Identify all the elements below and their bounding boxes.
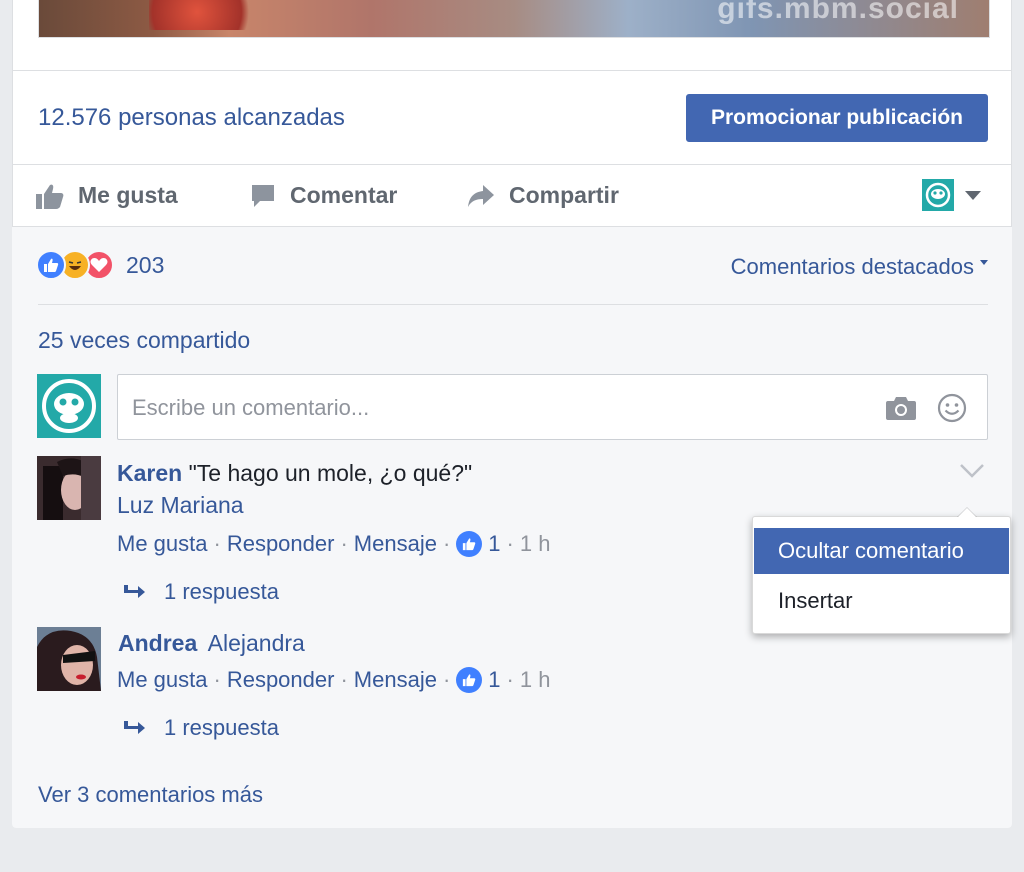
comment-label: Comentar	[290, 182, 398, 208]
replies-count: 1 respuesta	[164, 715, 279, 740]
reply-arrow-icon	[124, 721, 145, 734]
post-photo[interactable]: gifs.mbm.social	[38, 0, 990, 38]
caret-down-icon	[965, 191, 981, 200]
comment-time[interactable]: 1 h	[520, 531, 551, 557]
menu-item-embed[interactable]: Insertar	[754, 578, 1009, 624]
emoji-icon[interactable]	[937, 393, 967, 423]
like-badge-icon	[456, 531, 483, 557]
comment-icon	[252, 184, 274, 207]
reaction-count: 203	[126, 251, 165, 278]
comment-time[interactable]: 1 h	[520, 667, 551, 693]
divider	[38, 304, 988, 305]
comment-reply-link[interactable]: Responder	[227, 531, 335, 557]
comment-text: "Te hago un mole, ¿o qué?"	[188, 460, 473, 486]
replies-count: 1 respuesta	[164, 579, 279, 604]
comment-actions: Me gusta · Responder · Mensaje · 1 · 1 h	[117, 667, 551, 693]
featured-comments-dropdown[interactable]: Comentarios destacados	[731, 254, 988, 280]
comment-author[interactable]: Andrea	[118, 630, 197, 656]
page-selector[interactable]	[922, 179, 982, 211]
comment-body: Andrea Alejandra	[118, 630, 305, 657]
comment-like-link[interactable]: Me gusta	[117, 667, 208, 693]
shares-count[interactable]: 25 veces compartido	[38, 327, 250, 354]
reactions-summary[interactable]: 203	[36, 250, 164, 280]
triangle-down-icon	[980, 260, 988, 265]
view-replies[interactable]: 1 respuesta	[122, 579, 279, 605]
comment-body: Karen "Te hago un mole, ¿o qué?"	[117, 460, 472, 487]
page-avatar[interactable]	[37, 374, 101, 438]
share-label: Compartir	[509, 182, 619, 208]
comment-input[interactable]	[130, 375, 854, 441]
comment-message-link[interactable]: Mensaje	[354, 531, 437, 557]
view-more-comments[interactable]: Ver 3 comentarios más	[38, 782, 263, 808]
comment-like-link[interactable]: Me gusta	[117, 531, 208, 557]
comment-author[interactable]: Karen	[117, 460, 182, 486]
comment-mention[interactable]: Alejandra	[208, 630, 305, 656]
comment-options-menu: Ocultar comentario Insertar	[752, 507, 1011, 634]
photo-detail	[149, 0, 269, 30]
menu-item-hide-comment[interactable]: Ocultar comentario	[754, 528, 1009, 574]
comment-like-count[interactable]: 1	[488, 531, 500, 557]
comment-message-link[interactable]: Mensaje	[354, 667, 437, 693]
photo-watermark: gifs.mbm.social	[717, 0, 959, 25]
comment-composer[interactable]	[117, 374, 988, 441]
featured-label: Comentarios destacados	[730, 254, 974, 279]
post-actions-bar: Me gusta Comentar Compartir	[12, 165, 1012, 226]
like-reaction-icon	[36, 250, 66, 280]
like-badge-icon	[456, 667, 483, 693]
comment-button[interactable]: Comentar	[250, 165, 397, 226]
chevron-down-icon[interactable]	[958, 462, 986, 480]
comment-like-count[interactable]: 1	[488, 667, 500, 693]
monkey-avatar-icon	[42, 379, 96, 433]
share-arrow-icon	[468, 184, 494, 207]
comment-reply-link[interactable]: Responder	[227, 667, 335, 693]
commenter-avatar[interactable]	[37, 456, 101, 520]
divider	[12, 70, 1012, 71]
like-button[interactable]: Me gusta	[36, 165, 178, 226]
comment-actions: Me gusta · Responder · Mensaje · 1 · 1 h	[117, 531, 551, 557]
commenter-avatar[interactable]	[37, 627, 101, 691]
reach-count[interactable]: 12.576 personas alcanzadas	[38, 104, 345, 132]
comment-mention[interactable]: Luz Mariana	[117, 492, 244, 519]
share-button[interactable]: Compartir	[467, 165, 619, 226]
monkey-page-icon	[922, 179, 954, 211]
view-replies[interactable]: 1 respuesta	[122, 715, 279, 741]
reply-arrow-icon	[124, 585, 145, 598]
like-label: Me gusta	[78, 182, 178, 208]
camera-icon[interactable]	[885, 395, 917, 421]
promote-post-button[interactable]: Promocionar publicación	[686, 94, 988, 142]
thumbs-up-icon	[36, 184, 64, 209]
